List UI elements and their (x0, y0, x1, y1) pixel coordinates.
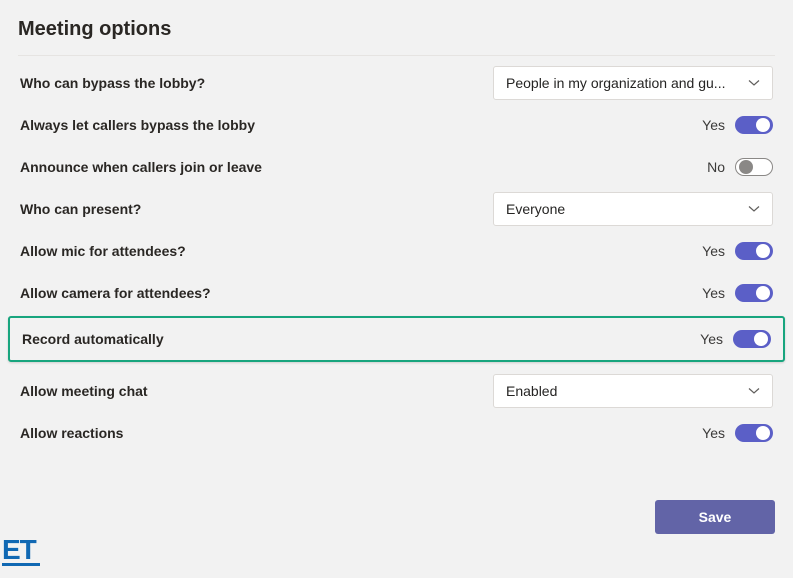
select-value: People in my organization and gu... (506, 75, 725, 91)
toggle-state-text: Yes (702, 285, 725, 301)
allow-mic-toggle[interactable] (735, 242, 773, 260)
toggle-state-text: Yes (702, 425, 725, 441)
toggle-state-text: Yes (700, 331, 723, 347)
present-select[interactable]: Everyone (493, 192, 773, 226)
option-label: Record automatically (22, 331, 164, 347)
option-allow-reactions: Allow reactions Yes (18, 412, 775, 454)
option-allow-mic: Allow mic for attendees? Yes (18, 230, 775, 272)
option-allow-camera: Allow camera for attendees? Yes (18, 272, 775, 314)
chat-select[interactable]: Enabled (493, 374, 773, 408)
option-announce: Announce when callers join or leave No (18, 146, 775, 188)
option-label: Allow camera for attendees? (20, 285, 211, 301)
page-title: Meeting options (18, 18, 775, 41)
option-bypass-lobby: Who can bypass the lobby? People in my o… (18, 62, 775, 104)
record-auto-toggle[interactable] (733, 330, 771, 348)
allow-camera-toggle[interactable] (735, 284, 773, 302)
watermark-logo: ET (2, 534, 40, 566)
announce-toggle[interactable] (735, 158, 773, 176)
save-button[interactable]: Save (655, 500, 775, 534)
allow-reactions-toggle[interactable] (735, 424, 773, 442)
record-automatically-highlight: Record automatically Yes (8, 316, 785, 362)
toggle-state-text: No (707, 159, 725, 175)
bypass-lobby-select[interactable]: People in my organization and gu... (493, 66, 773, 100)
option-label: Allow reactions (20, 425, 123, 441)
option-label: Allow meeting chat (20, 383, 148, 399)
chevron-down-icon (748, 203, 760, 215)
option-label: Announce when callers join or leave (20, 159, 262, 175)
option-label: Who can present? (20, 201, 141, 217)
option-label: Always let callers bypass the lobby (20, 117, 255, 133)
chevron-down-icon (748, 385, 760, 397)
option-record-auto: Record automatically Yes (20, 318, 773, 360)
option-present: Who can present? Everyone (18, 188, 775, 230)
option-allow-chat: Allow meeting chat Enabled (18, 370, 775, 412)
watermark-text: ET (2, 534, 36, 565)
option-label: Who can bypass the lobby? (20, 75, 205, 91)
select-value: Enabled (506, 383, 557, 399)
select-value: Everyone (506, 201, 565, 217)
toggle-state-text: Yes (702, 117, 725, 133)
option-label: Allow mic for attendees? (20, 243, 186, 259)
option-callers-bypass: Always let callers bypass the lobby Yes (18, 104, 775, 146)
callers-bypass-toggle[interactable] (735, 116, 773, 134)
toggle-state-text: Yes (702, 243, 725, 259)
chevron-down-icon (748, 77, 760, 89)
divider (18, 55, 775, 56)
